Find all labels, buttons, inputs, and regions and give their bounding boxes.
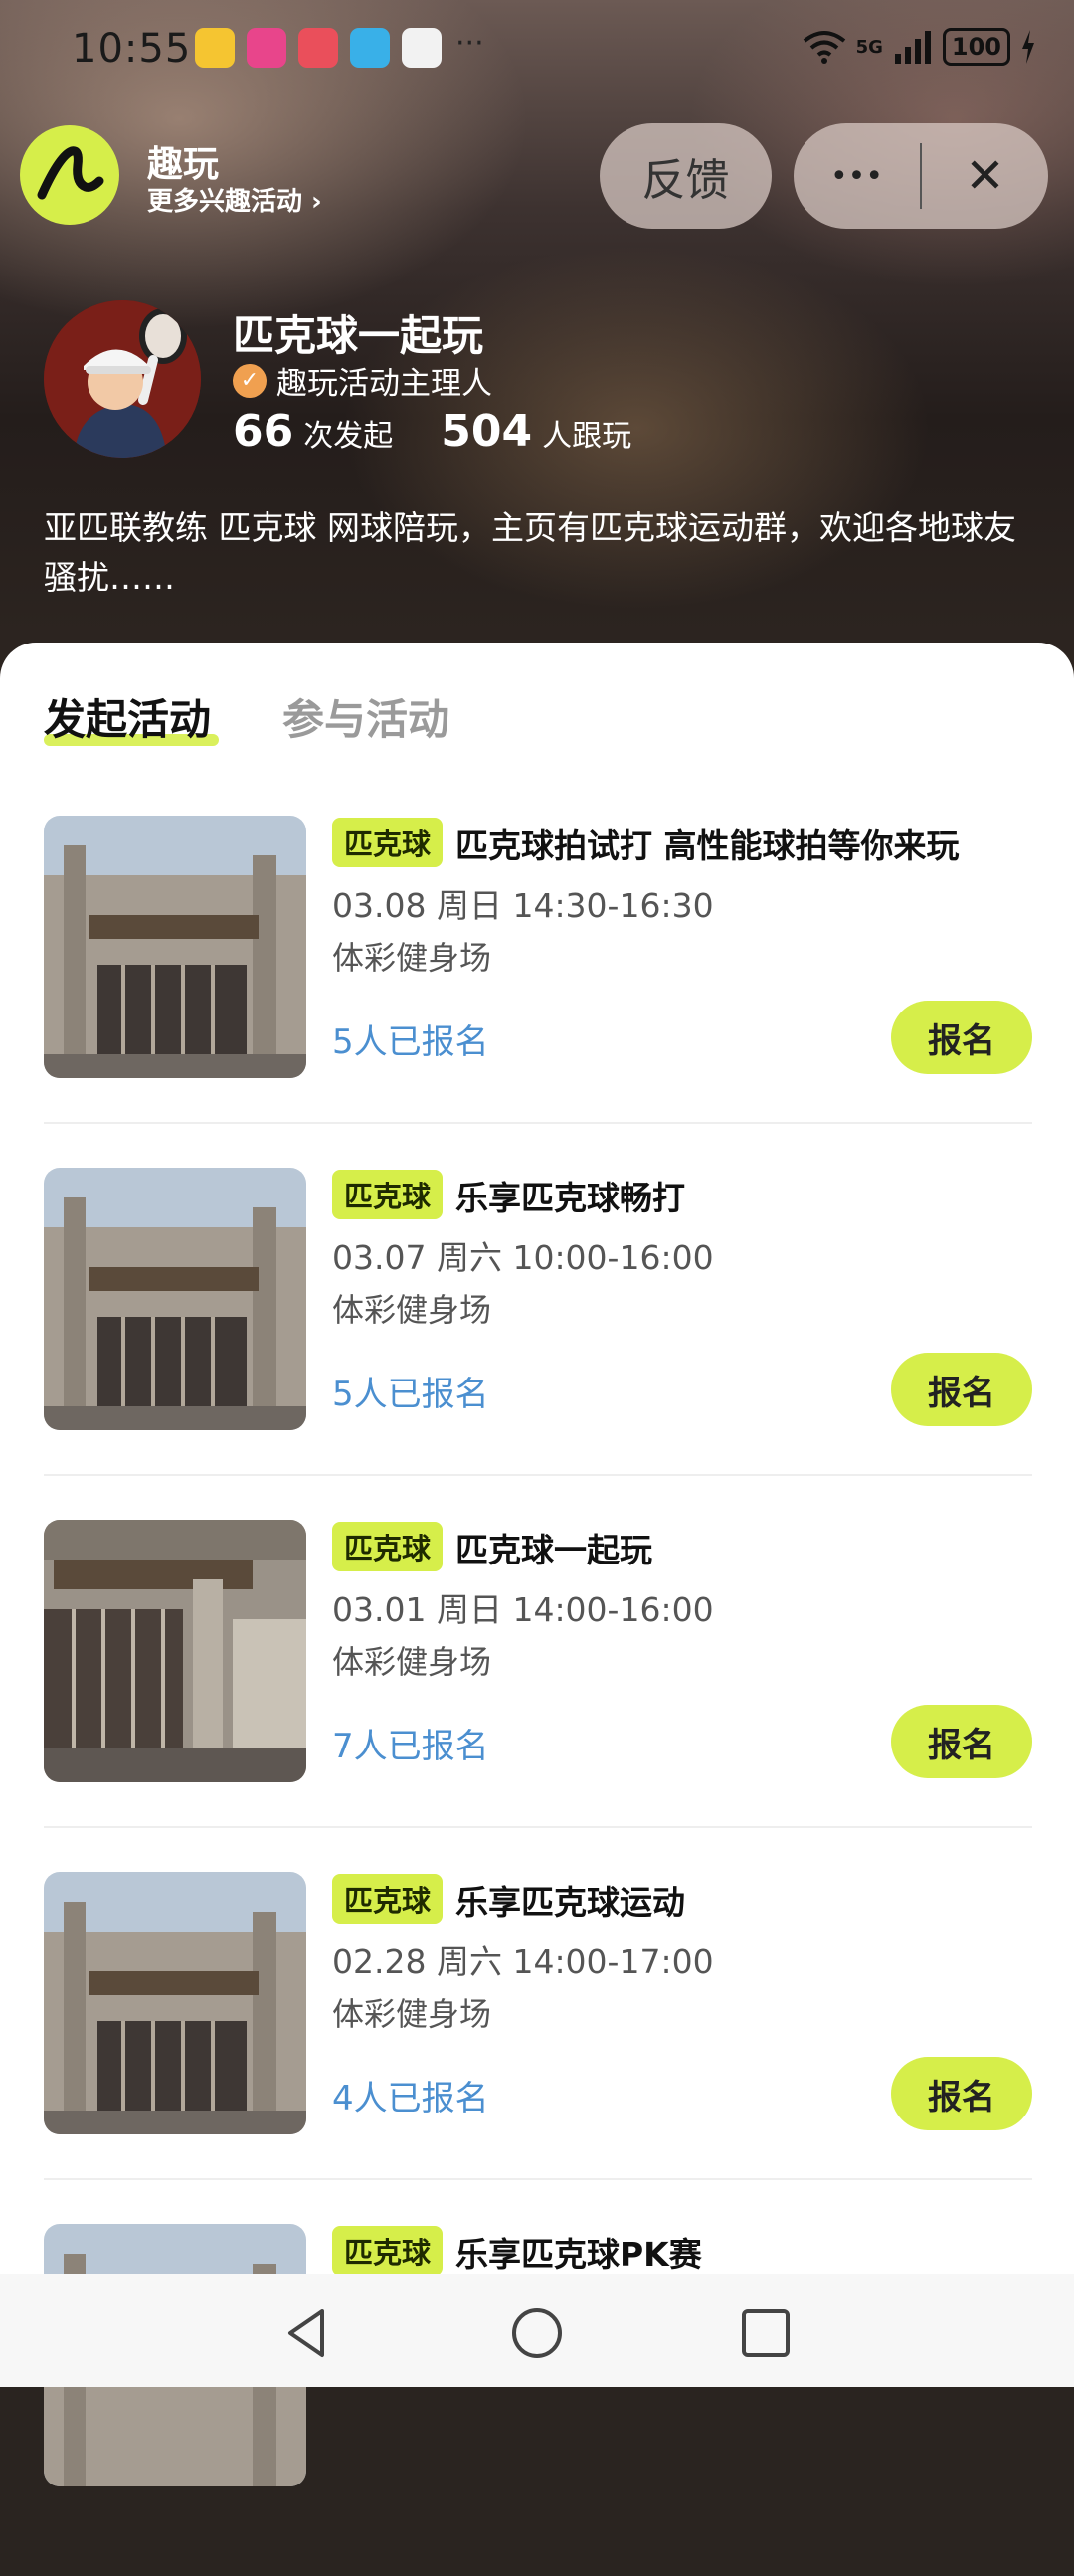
host-name: 匹克球一起玩 [233, 311, 484, 360]
more-notifications-icon: ··· [455, 26, 484, 61]
sport-tag: 匹克球 [332, 1170, 444, 1219]
activity-title: 乐享匹克球畅打 [455, 1179, 685, 1217]
tab-joined-activities[interactable]: 参与活动 [282, 686, 449, 747]
follow-count-label: 人跟玩 [542, 419, 632, 454]
activity-time: 02.28 周六 14:00-17:00 [332, 1942, 714, 1981]
stadium-gate-image [44, 816, 306, 1078]
home-icon[interactable] [509, 2305, 565, 2361]
venue-photo [44, 816, 306, 1078]
activity-time: 03.01 周日 14:00-16:00 [332, 1590, 714, 1629]
music-app-icon [402, 28, 442, 68]
wifi-icon [803, 31, 845, 64]
more-button[interactable]: ••• [794, 123, 920, 229]
charging-icon [1022, 30, 1034, 64]
host-role-label: 趣玩活动主理人 [276, 366, 492, 402]
signup-button[interactable]: 报名 [891, 1705, 1032, 1778]
feedback-button[interactable]: 反馈 [600, 123, 772, 229]
venue-photo [44, 1520, 306, 1782]
divider [44, 1474, 1032, 1476]
activity-sheet: 发起活动 参与活动 匹克球 匹克球拍试打 高性能球拍等你来玩 03.08 周日 … [0, 643, 1074, 2486]
cartoon-player-avatar-icon [44, 300, 201, 458]
activity-venue: 体彩健身场 [332, 1291, 492, 1329]
host-role: ✓ 趣玩活动主理人 [233, 358, 492, 403]
tab-launched-activities[interactable]: 发起活动 [44, 686, 211, 747]
sport-tag: 匹克球 [332, 1874, 444, 1924]
launch-count: 66 [233, 406, 294, 457]
bilibili-app-icon [247, 28, 286, 68]
quwan-logo-icon [37, 146, 104, 200]
launch-count-label: 次发起 [303, 419, 394, 454]
activity-card[interactable]: 匹克球 乐享匹克球畅打 03.07 周六 10:00-16:00 体彩健身场 5… [0, 1168, 1074, 1520]
verified-check-icon: ✓ [233, 363, 267, 398]
signup-count: 5人已报名 [332, 1375, 489, 1414]
activity-venue: 体彩健身场 [332, 1643, 492, 1681]
activity-title: 匹克球一起玩 [455, 1531, 652, 1569]
weibo-app-icon [195, 28, 235, 68]
signup-count: 4人已报名 [332, 2079, 489, 2118]
signup-count: 7人已报名 [332, 1727, 489, 1766]
venue-photo [44, 1872, 306, 2134]
sport-tag: 匹克球 [332, 2226, 444, 2276]
reader-app-icon [350, 28, 390, 68]
activity-venue: 体彩健身场 [332, 939, 492, 977]
activity-time: 03.08 周日 14:30-16:30 [332, 886, 714, 925]
stadium-gate-image [44, 1168, 306, 1430]
host-bio: 亚匹联教练 匹克球 网球陪玩，主页有匹克球运动群，欢迎各地球友骚扰…… [44, 508, 1016, 597]
stadium-gate-image [44, 1872, 306, 2134]
signal-icon [894, 31, 931, 64]
signup-button[interactable]: 报名 [891, 1001, 1032, 1074]
venue-photo [44, 1168, 306, 1430]
network-type-label: 5G [855, 36, 883, 58]
brand-title[interactable]: 趣玩 [147, 135, 219, 187]
status-bar: 10:55 ··· 5G 100 [0, 0, 1074, 99]
back-icon[interactable] [280, 2305, 336, 2361]
activity-title: 乐享匹克球运动 [455, 1883, 685, 1922]
activity-title: 乐享匹克球PK赛 [455, 2235, 702, 2274]
activity-card[interactable]: 匹克球 匹克球一起玩 03.01 周日 14:00-16:00 体彩健身场 7人… [0, 1520, 1074, 1872]
divider [44, 1122, 1032, 1124]
sport-tag: 匹克球 [332, 1522, 444, 1571]
mini-program-capsule: ••• ✕ [794, 123, 1048, 229]
activity-time: 03.07 周六 10:00-16:00 [332, 1238, 714, 1277]
activity-venue: 体彩健身场 [332, 1995, 492, 2033]
more-icon: ••• [829, 158, 884, 194]
recents-icon[interactable] [738, 2305, 794, 2361]
video-app-icon [298, 28, 338, 68]
signup-button[interactable]: 报名 [891, 1353, 1032, 1426]
signup-count: 5人已报名 [332, 1022, 489, 1062]
host-stats: 66 次发起 504 人跟玩 [233, 406, 679, 457]
more-activities-link[interactable]: 更多兴趣活动 › [147, 181, 322, 218]
app-logo[interactable] [20, 125, 119, 225]
host-avatar[interactable] [44, 300, 201, 458]
divider [44, 1826, 1032, 1828]
signup-button[interactable]: 报名 [891, 2057, 1032, 2130]
system-navigation-bar [0, 2274, 1074, 2387]
battery-level: 100 [942, 28, 1010, 66]
activity-card[interactable]: 匹克球 匹克球拍试打 高性能球拍等你来玩 03.08 周日 14:30-16:3… [0, 816, 1074, 1168]
close-icon: ✕ [965, 148, 1005, 204]
close-button[interactable]: ✕ [922, 123, 1048, 229]
follow-count: 504 [441, 406, 533, 457]
status-time: 10:55 [72, 26, 192, 72]
sport-tag: 匹克球 [332, 818, 444, 867]
divider [44, 2178, 1032, 2180]
activity-title: 匹克球拍试打 高性能球拍等你来玩 [455, 827, 960, 865]
activity-card[interactable]: 匹克球 乐享匹克球运动 02.28 周六 14:00-17:00 体彩健身场 4… [0, 1872, 1074, 2224]
stadium-gate-closeup-image [44, 1520, 306, 1782]
